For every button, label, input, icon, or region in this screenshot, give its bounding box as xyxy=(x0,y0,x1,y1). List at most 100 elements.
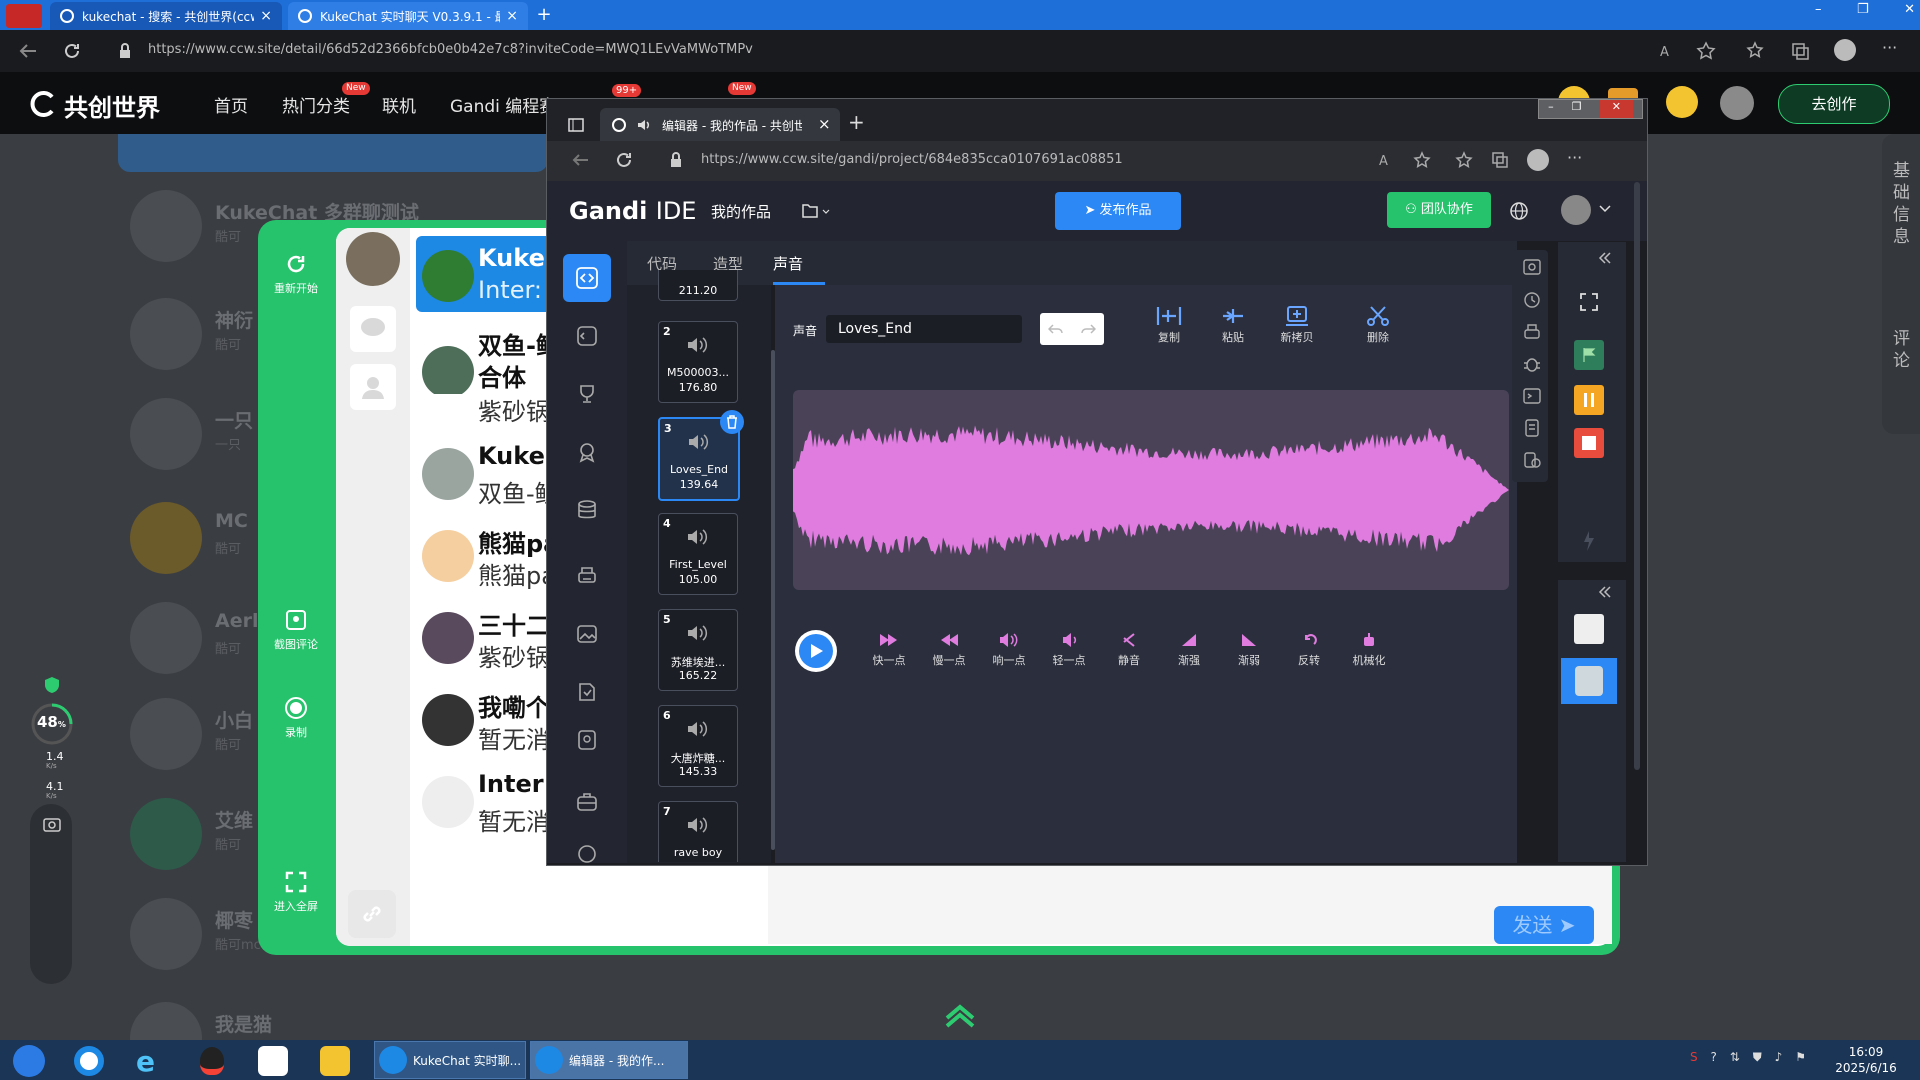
effect-louder[interactable]: 响一点 xyxy=(983,632,1035,668)
tab-actions-icon[interactable] xyxy=(568,118,584,132)
network-icon[interactable]: ⇅ xyxy=(1730,1050,1740,1065)
more-menu-icon[interactable]: ··· xyxy=(1882,38,1897,57)
more-menu-icon[interactable]: ··· xyxy=(1567,148,1582,167)
effect-faster[interactable]: 快一点 xyxy=(863,632,915,668)
effect-fade-in[interactable]: 渐强 xyxy=(1163,632,1215,668)
collections-icon[interactable] xyxy=(1491,151,1509,169)
profile-avatar-icon[interactable] xyxy=(1527,149,1549,171)
chat-item-active[interactable]: KukeC Inter: xyxy=(416,236,561,312)
self-avatar[interactable] xyxy=(346,232,400,286)
link-button[interactable] xyxy=(348,890,396,938)
inner-scrollbar[interactable] xyxy=(1634,182,1640,770)
sound-item-6[interactable]: 6 大唐炸糖... 145.33 xyxy=(658,705,738,787)
taskbar-editor[interactable]: 编辑器 - 我的作... xyxy=(530,1041,688,1079)
back-arrow-icon[interactable] xyxy=(571,152,589,168)
url-text[interactable]: https://www.ccw.site/gandi/project/684e8… xyxy=(701,152,1123,167)
gandi-logo[interactable]: Gandi IDE xyxy=(569,197,696,225)
screenshot-comment-button[interactable]: 截图评论 xyxy=(258,608,334,652)
sound-item-1[interactable]: 211.20 xyxy=(658,270,738,301)
speaker-icon[interactable] xyxy=(636,117,652,133)
undo-icon[interactable] xyxy=(1048,323,1064,335)
nav-home[interactable]: 首页 xyxy=(214,92,248,117)
expand-icon[interactable] xyxy=(1579,292,1599,312)
tab-close-icon[interactable]: × xyxy=(260,8,272,24)
sound-name-input[interactable] xyxy=(826,315,1022,343)
close-button[interactable]: ✕ xyxy=(1599,100,1633,118)
delete-button[interactable]: 删除 xyxy=(1353,305,1403,345)
settings-icon[interactable] xyxy=(575,842,603,870)
clock[interactable]: 16:09 2025/6/16 xyxy=(1832,1044,1900,1076)
chat-item[interactable]: 熊猫pa 熊猫pa xyxy=(416,516,561,592)
user-avatar[interactable] xyxy=(1561,195,1591,225)
maximize-button[interactable]: ❐ xyxy=(1572,100,1582,118)
nav-multiplayer[interactable]: 联机 xyxy=(382,92,416,117)
url-text[interactable]: https://www.ccw.site/detail/66d52d2366bf… xyxy=(148,42,753,57)
record-button[interactable]: 录制 xyxy=(258,696,334,740)
trophy-icon[interactable] xyxy=(575,382,603,410)
user-avatar[interactable] xyxy=(1720,86,1754,120)
app-icon[interactable] xyxy=(310,1043,360,1077)
new-tab-button[interactable]: + xyxy=(532,4,556,26)
team-collab-button[interactable]: ⚇ 团队协作 xyxy=(1387,192,1491,228)
minimize-button[interactable]: – xyxy=(1815,2,1822,17)
side-tab-info[interactable]: 基础信息 xyxy=(1893,160,1911,248)
restart-button[interactable]: 重新开始 xyxy=(258,252,334,296)
outer-tab-search[interactable]: kukechat - 搜索 - 共创世界(ccw.s × xyxy=(50,2,282,30)
read-aloud-icon[interactable]: A xyxy=(1660,42,1678,60)
delete-sound-button[interactable] xyxy=(720,410,744,434)
effect-mute[interactable]: 静音 xyxy=(1103,632,1155,668)
fullscreen-button[interactable]: 进入全屏 xyxy=(258,870,334,914)
redo-icon[interactable] xyxy=(1080,323,1096,335)
send-button[interactable]: 发送 ➤ xyxy=(1494,906,1594,944)
reload-icon[interactable] xyxy=(62,41,82,61)
database-icon[interactable] xyxy=(575,498,603,526)
briefcase-icon[interactable] xyxy=(575,790,603,818)
extension-icon[interactable] xyxy=(575,324,603,352)
message-input[interactable] xyxy=(768,866,1612,944)
new-tab-button[interactable]: + xyxy=(848,110,865,134)
turbo-icon[interactable] xyxy=(1580,530,1598,562)
ime-icon[interactable]: S xyxy=(1690,1050,1698,1065)
inner-tab-editor[interactable]: 编辑器 - 我的作品 - 共创世界 × xyxy=(600,108,840,141)
favorite-star-icon[interactable] xyxy=(1696,41,1716,61)
collections-icon[interactable] xyxy=(1790,41,1810,61)
green-flag-button[interactable] xyxy=(1574,340,1604,370)
qq-icon[interactable] xyxy=(186,1043,236,1077)
camera-icon[interactable] xyxy=(43,816,61,832)
minimize-button[interactable]: – xyxy=(1548,100,1554,118)
sound-item-5[interactable]: 5 苏维埃进... 165.22 xyxy=(658,609,738,691)
notes-icon[interactable] xyxy=(1522,418,1542,438)
search-icon[interactable] xyxy=(1522,258,1542,278)
copy-new-button[interactable]: 新拷贝 xyxy=(1272,305,1322,345)
chrome-icon[interactable] xyxy=(64,1043,114,1077)
stage-thumbnail[interactable] xyxy=(1574,614,1604,644)
analytics-icon[interactable] xyxy=(1522,450,1542,470)
collapse-icon[interactable] xyxy=(1598,586,1612,598)
flag-tray-icon[interactable]: ⚑ xyxy=(1795,1050,1806,1065)
paste-button[interactable]: 粘贴 xyxy=(1208,305,1258,345)
chat-item[interactable]: 我嘞个 暂无消 xyxy=(416,680,561,756)
sound-item-4[interactable]: 4 First_Level 105.00 xyxy=(658,513,738,595)
globe-icon[interactable] xyxy=(1509,201,1529,221)
scroll-up-icon[interactable] xyxy=(944,1000,976,1028)
medal-icon[interactable] xyxy=(575,440,603,468)
chat-item[interactable]: Inter 暂无消 xyxy=(416,762,561,838)
book-icon[interactable] xyxy=(575,680,603,708)
sunglasses-emoji-icon[interactable] xyxy=(1666,86,1698,118)
reload-icon[interactable] xyxy=(615,151,633,169)
maximize-button[interactable]: ❐ xyxy=(1857,2,1869,17)
collapse-icon[interactable] xyxy=(1598,252,1612,264)
chats-nav-button[interactable] xyxy=(350,306,396,352)
feed-item[interactable]: 我是猫 xyxy=(130,994,430,1040)
chat-item[interactable]: KukeC 双鱼-鲤 xyxy=(416,434,561,510)
ie-icon[interactable]: e xyxy=(124,1043,174,1078)
back-arrow-icon[interactable] xyxy=(18,42,38,60)
bug-icon[interactable] xyxy=(1522,354,1542,374)
chat-item[interactable]: 三十二 紫砂锅 xyxy=(416,598,561,674)
folder-icon[interactable] xyxy=(801,202,831,220)
tab-close-icon[interactable]: × xyxy=(506,8,518,24)
chat-item[interactable]: 双鱼-鲤 合体 xyxy=(416,318,561,394)
effect-softer[interactable]: 轻一点 xyxy=(1043,632,1095,668)
favorite-star-icon[interactable] xyxy=(1413,151,1431,169)
effect-slower[interactable]: 慢一点 xyxy=(923,632,975,668)
